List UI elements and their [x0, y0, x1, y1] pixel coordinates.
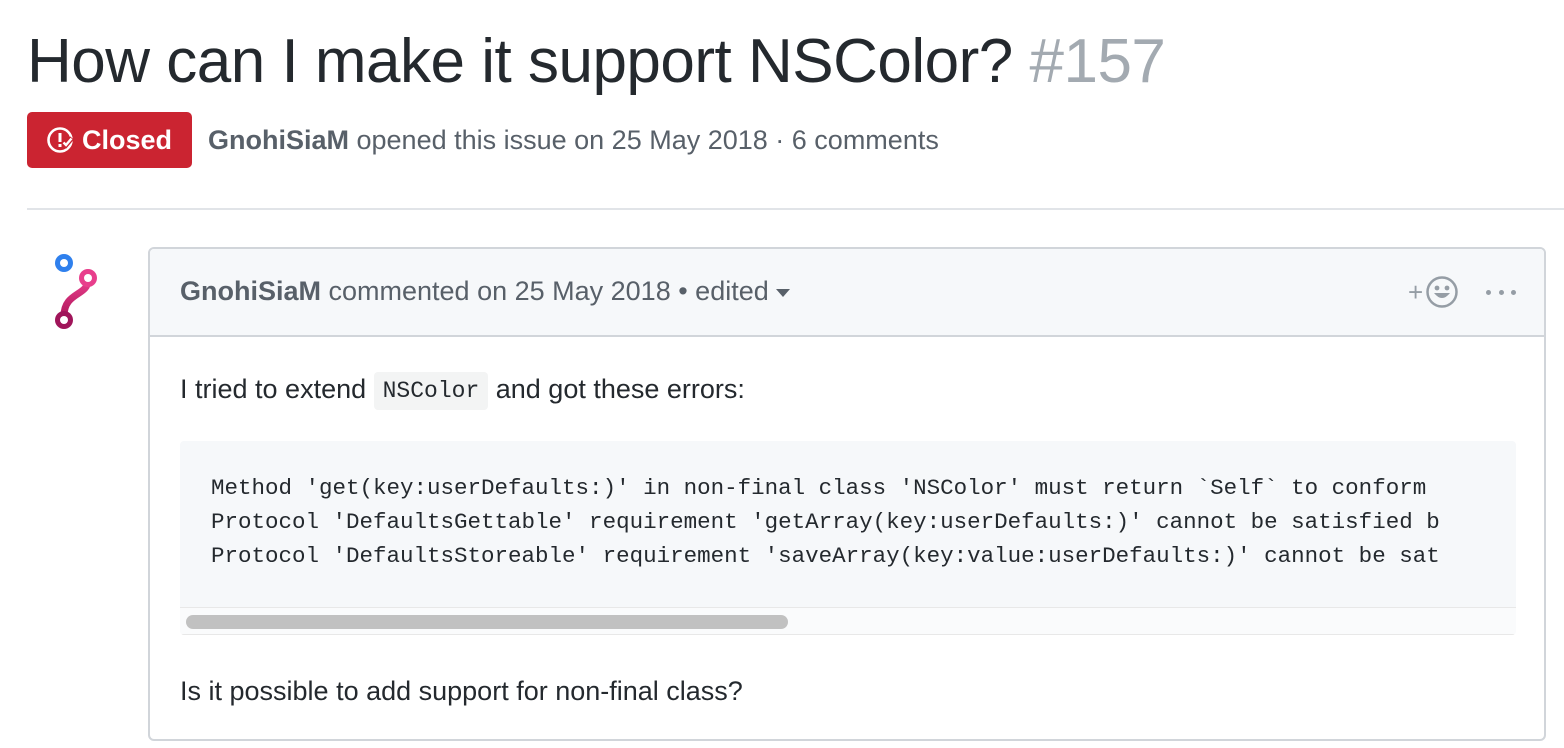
- chevron-down-icon: [775, 289, 790, 297]
- issue-state-label: Closed: [82, 124, 173, 155]
- comment-options-button[interactable]: [1486, 277, 1516, 307]
- code-line: Method 'get(key:userDefaults:)' in non-f…: [211, 475, 1427, 501]
- paragraph-text: I tried to extend: [180, 374, 374, 404]
- comment-date-text: commented on 25 May 2018 •: [321, 276, 696, 306]
- scrollbar-thumb[interactable]: [186, 615, 788, 629]
- issue-page: How can I make it support NSColor? #157 …: [0, 0, 1564, 748]
- issue-author-link[interactable]: GnohiSiaM: [208, 125, 349, 155]
- reaction-plus: +: [1408, 277, 1424, 307]
- issue-state-badge: Closed: [27, 112, 192, 168]
- add-reaction-button[interactable]: +: [1408, 273, 1466, 311]
- code-horizontal-scrollbar[interactable]: [180, 607, 1516, 635]
- comment-body: I tried to extend NSColor and got these …: [180, 337, 1516, 739]
- comment-meta: GnohiSiaM commented on 25 May 2018 • edi…: [180, 273, 790, 309]
- header-divider: [27, 208, 1564, 210]
- paragraph-text: and got these errors:: [488, 374, 745, 404]
- code-line: Protocol 'DefaultsStoreable' requirement…: [211, 543, 1440, 569]
- issue-title: How can I make it support NSColor? #157: [27, 22, 1166, 102]
- kebab-horizontal-icon-dot: [1498, 289, 1504, 295]
- kebab-horizontal-icon-dot: [1511, 289, 1516, 295]
- issue-number: #157: [1029, 27, 1166, 96]
- code-lines: Method 'get(key:userDefaults:)' in non-f…: [211, 471, 1440, 573]
- issue-closed-icon: [47, 127, 74, 153]
- edited-dropdown[interactable]: edited: [695, 273, 790, 309]
- issue-title-text: How can I make it support NSColor?: [27, 27, 1013, 96]
- code-block: Method 'get(key:userDefaults:)' in non-f…: [180, 441, 1516, 635]
- inline-code: NSColor: [373, 372, 489, 410]
- issue-meta: GnohiSiaM opened this issue on 25 May 20…: [208, 122, 939, 158]
- issue-opened-text: opened this issue on 25 May 2018 · 6 com…: [349, 125, 939, 155]
- comment-box: GnohiSiaM commented on 25 May 2018 • edi…: [148, 247, 1546, 741]
- comment-author-link[interactable]: GnohiSiaM: [180, 276, 321, 306]
- comment-header: GnohiSiaM commented on 25 May 2018 • edi…: [150, 249, 1544, 337]
- smiley-icon: [1426, 276, 1458, 308]
- git-branch-logo-icon: [55, 254, 97, 329]
- author-avatar[interactable]: [40, 248, 106, 334]
- kebab-horizontal-icon-dot: [1486, 289, 1491, 295]
- code-line: Protocol 'DefaultsGettable' requirement …: [211, 509, 1440, 535]
- edited-label: edited: [695, 276, 769, 306]
- comment-paragraph: I tried to extend NSColor and got these …: [180, 369, 745, 410]
- comment-paragraph: Is it possible to add support for non-fi…: [180, 676, 743, 706]
